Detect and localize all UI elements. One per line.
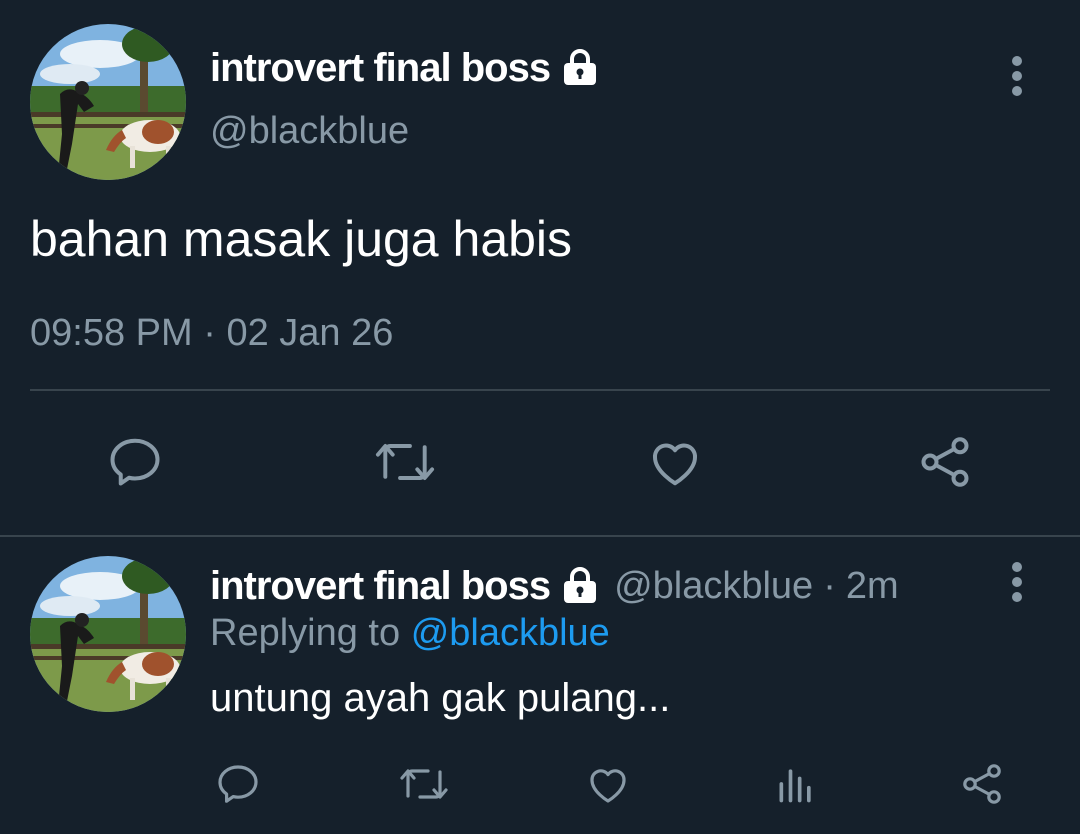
author-handle[interactable]: @blackblue <box>210 110 409 153</box>
tweet-date: 02 Jan 26 <box>226 312 394 354</box>
retweet-icon <box>400 769 448 799</box>
lock-icon <box>560 48 600 88</box>
retweet-button[interactable] <box>370 430 440 494</box>
reply-author-row: introvert final boss @blackblue · 2m <box>210 562 899 610</box>
like-button[interactable] <box>640 430 710 494</box>
reply-text: untung ayah gak pulang... <box>210 676 671 720</box>
avatar-photo <box>30 24 186 180</box>
retweet-icon <box>375 444 435 480</box>
divider <box>30 389 1050 391</box>
reply-reply-button[interactable] <box>208 756 268 812</box>
reply-icon <box>110 438 160 486</box>
reply-avatar[interactable] <box>30 556 186 712</box>
lock-icon <box>560 566 600 606</box>
reply-retweet-button[interactable] <box>394 756 454 812</box>
reply-like-button[interactable] <box>578 756 638 812</box>
like-icon <box>590 769 626 803</box>
separator-dot: · <box>823 564 836 607</box>
author-name-row: introvert final boss <box>210 44 600 92</box>
tweet-time: 09:58 PM <box>30 312 193 354</box>
avatar[interactable] <box>30 24 186 180</box>
share-icon <box>921 437 969 487</box>
reply-handle[interactable]: @blackblue <box>614 565 813 608</box>
analytics-icon <box>779 769 811 803</box>
tweet-timestamp[interactable]: 09:58 PM · 02 Jan 26 <box>30 312 393 355</box>
replying-to-mention[interactable]: @blackblue <box>411 612 610 654</box>
tweet-divider <box>0 535 1080 537</box>
reply-analytics-button[interactable] <box>766 756 826 812</box>
avatar-photo <box>30 556 186 712</box>
reply-display-name[interactable]: introvert final boss <box>210 564 551 609</box>
tweet-text: bahan masak juga habis <box>30 211 573 267</box>
share-icon <box>963 764 1001 804</box>
replying-to: Replying to @blackblue <box>210 612 610 655</box>
separator-dot: · <box>203 312 216 354</box>
like-icon <box>653 443 697 486</box>
reply-share-button[interactable] <box>952 756 1012 812</box>
reply-more-options-icon[interactable] <box>1010 560 1024 604</box>
more-options-icon[interactable] <box>1010 54 1024 98</box>
replying-to-label: Replying to <box>210 612 401 654</box>
reply-time[interactable]: 2m <box>846 565 899 608</box>
reply-icon <box>218 765 258 803</box>
display-name[interactable]: introvert final boss <box>210 46 551 91</box>
reply-button[interactable] <box>100 430 170 494</box>
share-button[interactable] <box>910 430 980 494</box>
tweet-thread: introvert final boss @blackblue bahan ma… <box>0 0 1080 834</box>
